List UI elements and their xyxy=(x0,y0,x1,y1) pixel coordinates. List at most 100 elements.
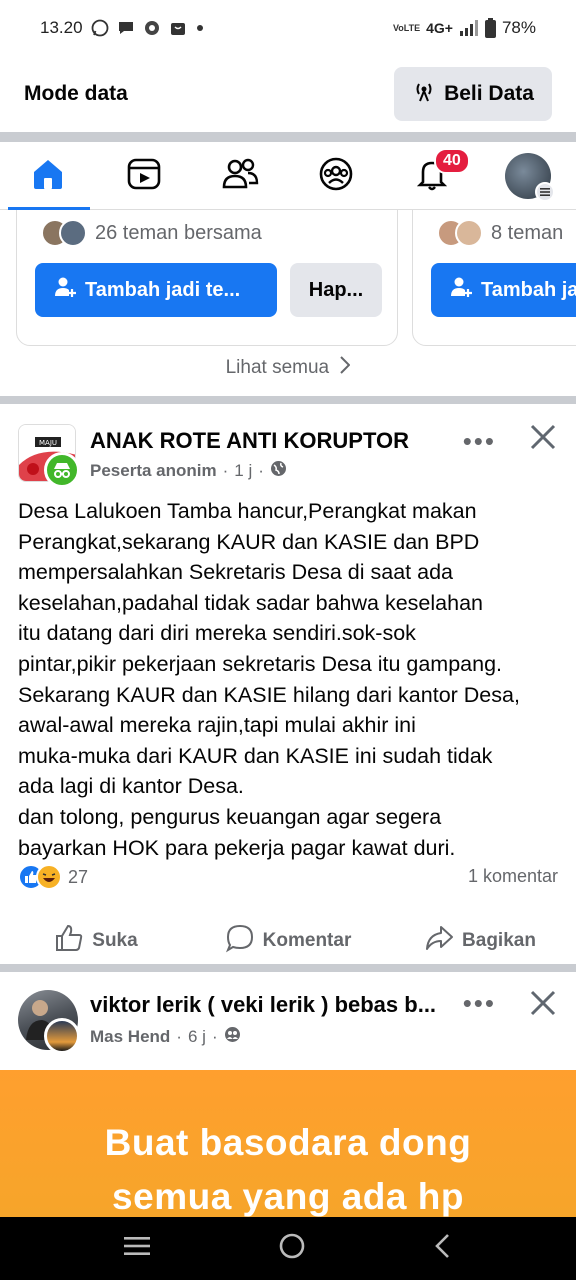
share-label: Bagikan xyxy=(462,930,536,951)
system-navigation-bar xyxy=(0,1217,576,1280)
buy-data-button[interactable]: Beli Data xyxy=(394,67,552,121)
home-icon xyxy=(30,156,66,197)
broadcast-icon xyxy=(412,79,436,109)
svg-text:MAJU: MAJU xyxy=(39,439,57,447)
like-button[interactable]: Suka xyxy=(0,923,192,959)
nav-video[interactable] xyxy=(96,142,192,210)
nav-notifications[interactable]: 40 xyxy=(384,142,480,210)
add-friend-button[interactable]: Tambah jadi te... xyxy=(35,263,277,317)
see-all-link[interactable]: Lihat semua xyxy=(0,356,576,380)
groups-icon xyxy=(318,156,354,197)
comment-icon xyxy=(225,923,255,959)
group-name[interactable]: ANAK ROTE ANTI KORUPTOR xyxy=(90,428,409,454)
battery-icon xyxy=(484,18,496,38)
reaction-summary[interactable]: 27 xyxy=(18,864,88,890)
post-author[interactable]: Mas Hend xyxy=(90,1027,170,1047)
meta-separator: · xyxy=(211,1027,218,1046)
share-button[interactable]: Bagikan xyxy=(384,923,576,959)
nav-friends[interactable] xyxy=(192,142,288,210)
people-suggestions: 26 teman bersama Tambah jadi te... Hap..… xyxy=(0,210,576,396)
add-friend-label: Tambah jadi te... xyxy=(85,278,241,301)
network-type: 4G+ xyxy=(426,20,453,36)
nav-home[interactable] xyxy=(0,142,96,210)
notification-badge: 40 xyxy=(434,148,470,174)
comment-button[interactable]: Komentar xyxy=(192,923,384,959)
post-time[interactable]: 6 j xyxy=(188,1027,206,1047)
signal-icon xyxy=(459,20,479,36)
video-icon xyxy=(126,156,162,197)
buy-data-label: Beli Data xyxy=(444,82,534,105)
add-person-icon xyxy=(53,275,77,305)
meta-separator: · xyxy=(258,461,264,480)
chevron-right-icon xyxy=(340,356,351,380)
home-circle-icon[interactable] xyxy=(278,1232,306,1265)
post-actions: Suka Komentar Bagikan xyxy=(0,916,576,966)
profile-avatar xyxy=(505,153,555,202)
mutual-avatars xyxy=(437,219,483,247)
divider xyxy=(0,132,576,142)
share-icon xyxy=(424,923,454,959)
suggestion-card: 8 teman Tambah ja xyxy=(412,210,576,346)
feed-post: MAJU ANAK ROTE ANTI KORUPTOR Peserta ano… xyxy=(0,404,576,964)
thumbs-up-icon xyxy=(54,923,84,959)
top-navigation: 40 xyxy=(0,142,576,210)
remove-label: Hap... xyxy=(308,278,364,301)
friends-icon xyxy=(221,156,259,197)
comment-label: Komentar xyxy=(262,930,352,951)
see-all-label: Lihat semua xyxy=(225,357,330,379)
post-text: Desa Lalukoen Tamba hancur,Perangkat mak… xyxy=(18,499,520,860)
post-title[interactable]: viktor lerik ( veki lerik ) bebas b... xyxy=(90,992,436,1018)
feed-post: viktor lerik ( veki lerik ) bebas b... M… xyxy=(0,972,576,1072)
status-time: 13.20 xyxy=(40,18,83,37)
add-friend-button[interactable]: Tambah ja xyxy=(431,263,576,317)
friends-privacy-icon xyxy=(224,1026,241,1048)
post-header: MAJU ANAK ROTE ANTI KORUPTOR Peserta ano… xyxy=(0,404,576,488)
nav-menu[interactable] xyxy=(480,142,576,210)
battery-percent: 78% xyxy=(501,18,536,37)
image-text-line-1: Buat basodara dong xyxy=(104,1122,472,1163)
more-options-icon[interactable]: ••• xyxy=(463,988,496,1019)
shopping-bag-icon xyxy=(169,19,187,37)
add-person-icon xyxy=(449,275,473,305)
whatsapp-icon xyxy=(91,19,109,37)
feed-divider xyxy=(0,964,576,972)
mutual-avatars xyxy=(41,219,87,247)
meta-separator: · xyxy=(222,461,229,480)
reaction-count: 27 xyxy=(68,866,89,887)
recent-apps-icon[interactable] xyxy=(123,1235,151,1262)
data-mode-title: Mode data xyxy=(24,82,128,105)
more-notifications-dot-icon xyxy=(195,23,205,33)
globe-icon xyxy=(270,460,287,482)
post-meta: Mas Hend · 6 j · xyxy=(90,1026,241,1048)
nav-groups[interactable] xyxy=(288,142,384,210)
post-meta: Peserta anonim · 1 j · xyxy=(90,460,287,482)
post-image[interactable]: Buat basodara dong semua yang ada hp xyxy=(0,1070,576,1218)
mutual-friends: 26 teman bersama xyxy=(41,219,262,247)
post-author[interactable]: Peserta anonim xyxy=(90,461,217,481)
remove-suggestion-button[interactable]: Hap... xyxy=(290,263,382,317)
volte-label: VoLTE xyxy=(392,22,421,33)
like-label: Suka xyxy=(92,930,138,951)
close-icon[interactable] xyxy=(528,422,558,457)
data-mode-bar: Mode data Beli Data xyxy=(0,56,576,132)
mutual-friends: 8 teman xyxy=(437,219,563,247)
haha-reaction-icon xyxy=(36,864,62,890)
mutual-friends-count: 8 teman xyxy=(491,221,564,244)
sunset-avatar xyxy=(44,1018,80,1054)
anonymous-icon xyxy=(44,452,80,488)
message-icon xyxy=(117,19,135,37)
comment-count[interactable]: 1 komentar xyxy=(468,866,558,887)
status-bar: 13.20 VoLTE 4G+ 78% xyxy=(0,0,576,56)
more-options-icon[interactable]: ••• xyxy=(463,426,496,457)
back-icon[interactable] xyxy=(433,1233,453,1264)
post-time[interactable]: 1 j xyxy=(234,461,252,481)
game-icon xyxy=(143,19,161,37)
menu-icon xyxy=(535,182,555,202)
image-text-line-2: semua yang ada hp xyxy=(112,1176,464,1217)
suggestion-card: 26 teman bersama Tambah jadi te... Hap..… xyxy=(16,210,398,346)
reaction-icons xyxy=(18,864,62,890)
feed-divider xyxy=(0,396,576,404)
mutual-friends-count: 26 teman bersama xyxy=(95,221,262,244)
post-header: viktor lerik ( veki lerik ) bebas b... M… xyxy=(0,972,576,1054)
close-icon[interactable] xyxy=(528,988,558,1023)
